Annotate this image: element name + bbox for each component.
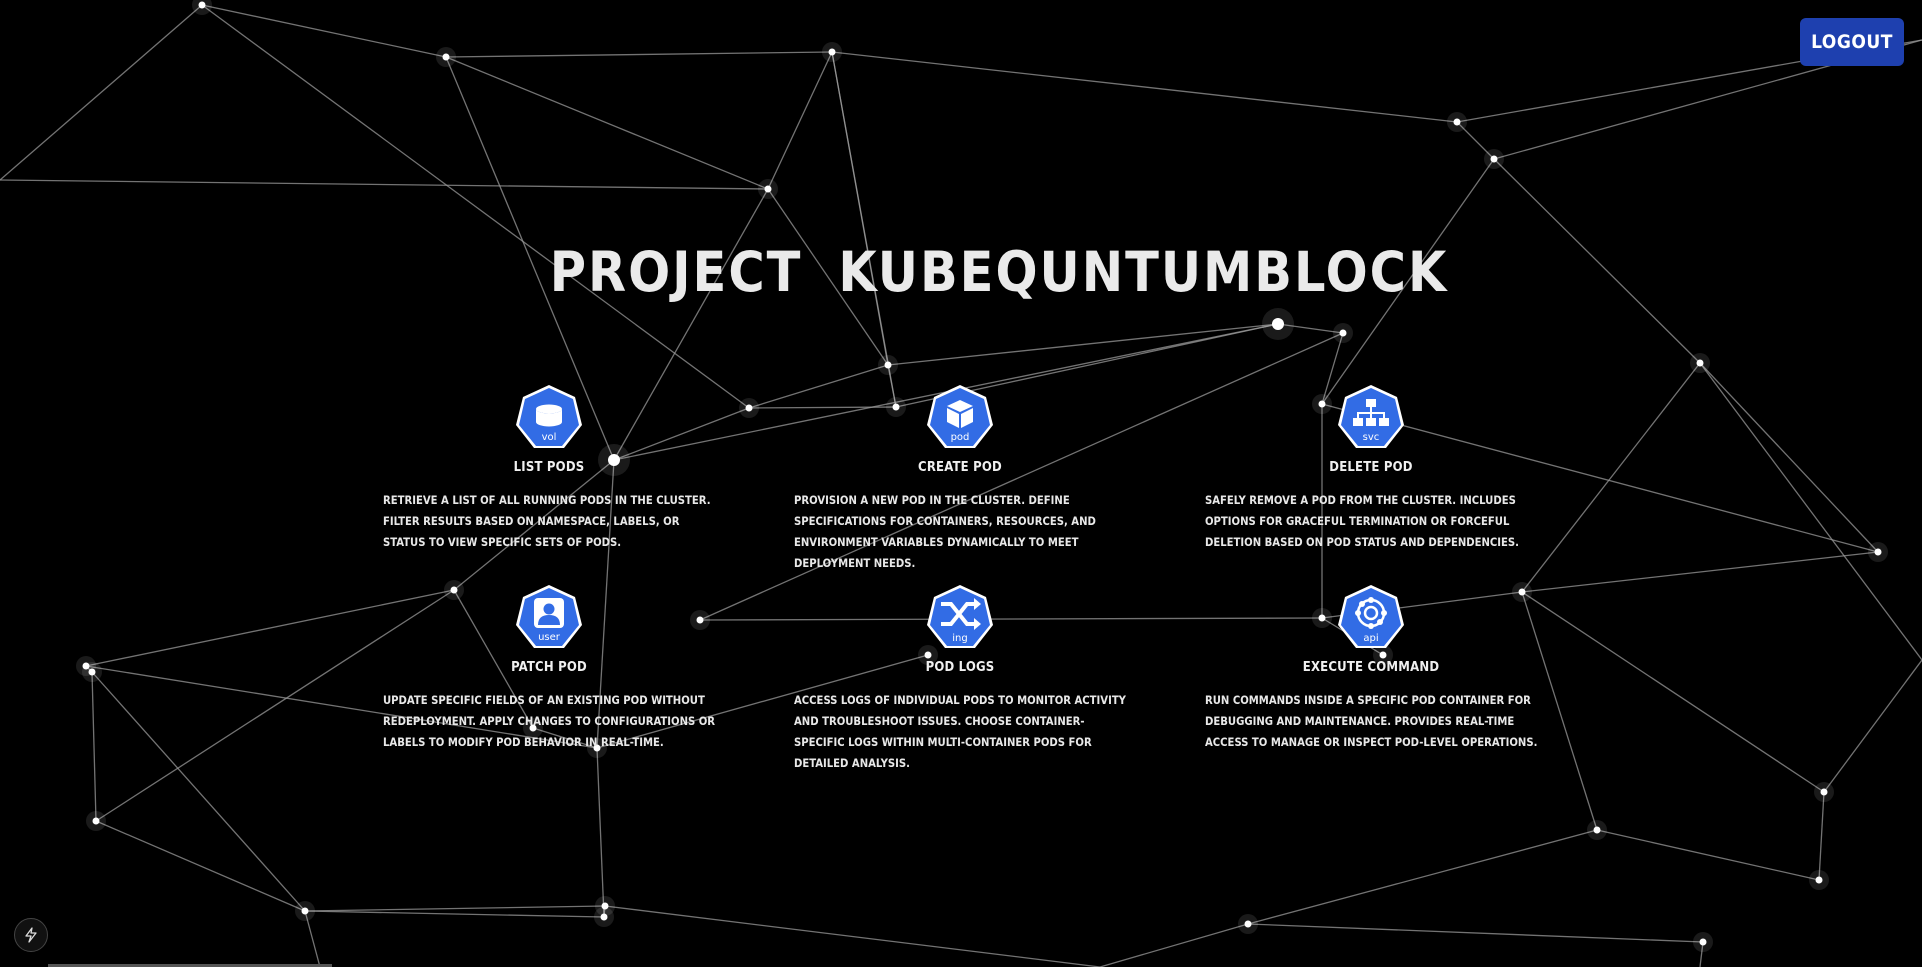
card-description: Provision a new pod in the cluster. Defi…: [794, 494, 1096, 570]
network-node: [1815, 876, 1823, 884]
network-edge: [887, 323, 1279, 366]
network-node: [1318, 400, 1326, 408]
svg-text:pod: pod: [951, 432, 970, 443]
network-node: [600, 913, 608, 921]
network-edge: [1247, 829, 1598, 925]
network-edge: [613, 188, 769, 461]
network-edge: [1699, 362, 1879, 553]
network-node: [198, 1, 206, 9]
network-edge: [445, 51, 833, 58]
card-description: Safely remove a pod from the cluster. In…: [1205, 494, 1520, 549]
lightning-icon: [25, 927, 37, 943]
title-word-name: KUBEQUNTUMBLOCK: [838, 240, 1449, 304]
network-node: [1820, 788, 1828, 796]
network-edge: [201, 4, 447, 58]
network-edge: [304, 910, 605, 918]
network-node: [1593, 826, 1601, 834]
network-edge: [699, 617, 1323, 621]
logout-button[interactable]: LOGOUT: [1800, 18, 1904, 66]
network-edge: [1818, 791, 1825, 881]
network-node: [92, 817, 100, 825]
network-node: [88, 668, 96, 676]
network-node: [1696, 359, 1704, 367]
network-edge: [1521, 551, 1879, 593]
network-edge: [767, 51, 833, 190]
network-node: [1490, 155, 1498, 163]
network-edge: [831, 51, 889, 366]
network-node: [828, 48, 836, 56]
pod-icon: pod: [927, 385, 993, 448]
network-edge: [1699, 362, 1922, 661]
network-node: [1318, 614, 1326, 622]
network-node: [764, 185, 772, 193]
network-edge: [201, 4, 750, 409]
card-title: PATCH POD: [511, 660, 587, 675]
network-edge: [0, 4, 203, 181]
network-node: [884, 361, 892, 369]
network-edge: [0, 179, 769, 190]
network-edge: [91, 671, 306, 912]
network-edge: [604, 905, 1101, 967]
title-word-project: PROJECT: [549, 240, 803, 304]
card-description: Update specific fields of an existing po…: [383, 694, 716, 749]
card-title: LIST PODS: [513, 460, 585, 475]
card-title: DELETE POD: [1329, 460, 1413, 475]
svg-text:vol: vol: [542, 432, 557, 443]
network-edge: [1521, 362, 1701, 593]
card-title: POD LOGS: [925, 660, 995, 675]
card-title: CREATE POD: [918, 460, 1002, 475]
network-node: [1874, 548, 1882, 556]
svg-text:api: api: [1363, 633, 1378, 644]
network-node: [1272, 318, 1284, 330]
network-node: [745, 404, 753, 412]
ing-icon: ing: [927, 585, 993, 648]
network-edge: [1099, 923, 1249, 967]
network-edge: [85, 589, 455, 667]
network-edge: [831, 51, 1458, 123]
network-edge: [1521, 591, 1825, 793]
network-edge: [95, 820, 306, 912]
vol-icon: vol: [516, 385, 582, 448]
network-node: [1453, 118, 1461, 126]
card-title: EXECUTE COMMAND: [1302, 660, 1440, 675]
network-edge: [445, 56, 769, 190]
background-network: [0, 0, 1922, 967]
card-description: Retrieve a list of all running pods in t…: [383, 494, 711, 549]
network-node: [442, 53, 450, 61]
api-icon: api: [1338, 585, 1404, 648]
network-edge: [304, 905, 606, 912]
network-edge: [613, 407, 750, 461]
svc-icon: svc: [1338, 385, 1404, 448]
network-edge: [1823, 659, 1922, 793]
lightning-badge[interactable]: [14, 918, 48, 952]
network-edge: [596, 747, 605, 918]
network-edge: [748, 364, 889, 409]
network-node: [450, 586, 458, 594]
network-node: [696, 616, 704, 624]
network-node: [1244, 920, 1252, 928]
network-node: [1339, 329, 1347, 337]
svg-text:ing: ing: [952, 633, 967, 644]
card-description: Run commands inside a specific pod conta…: [1205, 694, 1538, 749]
svg-text:user: user: [538, 632, 561, 643]
network-edge: [1596, 829, 1820, 881]
network-node: [892, 403, 900, 411]
network-node: [1699, 938, 1707, 946]
network-node: [301, 907, 309, 915]
network-edge: [91, 671, 97, 822]
user-icon: user: [516, 585, 582, 648]
card-description: Access logs of individual pods to monito…: [794, 694, 1126, 770]
page-root: LOGOUT PROJECT KUBEQUNTUMBLOCK vol LIST P…: [0, 0, 1922, 967]
network-node: [1518, 588, 1526, 596]
svg-text:svc: svc: [1363, 432, 1380, 443]
page-title: PROJECT KUBEQUNTUMBLOCK: [38, 240, 1922, 304]
network-edge: [1247, 923, 1704, 943]
